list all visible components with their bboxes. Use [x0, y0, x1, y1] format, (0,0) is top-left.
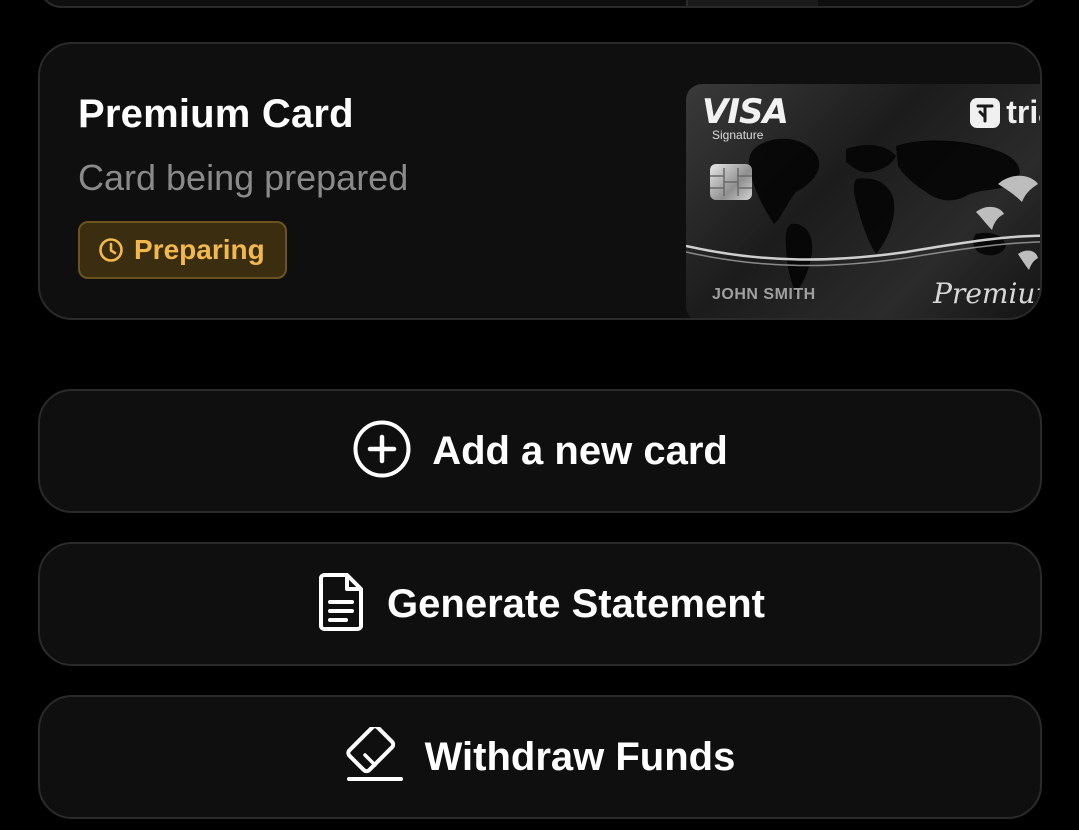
tria-logo-icon [970, 97, 1001, 128]
add-new-card-button[interactable]: Add a new card [38, 389, 1042, 513]
card-brand-name: tria [1006, 94, 1040, 130]
previous-card-panel[interactable] [38, 0, 1040, 8]
card-image: VISA Signature tria JOHN SMITH Premium [686, 84, 1040, 318]
card-holder-name: JOHN SMITH [712, 286, 816, 303]
withdraw-funds-label: Withdraw Funds [424, 734, 736, 779]
card-network-tier: Signature [712, 128, 764, 142]
generate-statement-button[interactable]: Generate Statement [38, 542, 1042, 666]
cards-screen: Premium Card Card being prepared Prepari… [0, 0, 1079, 830]
card-title: Premium Card [78, 92, 354, 136]
card-status-subtitle: Card being prepared [78, 157, 409, 198]
withdraw-funds-button[interactable]: Withdraw Funds [38, 695, 1042, 819]
card-tier-script: Premium [933, 277, 1040, 310]
document-icon [315, 572, 367, 637]
card-brand: tria [970, 94, 1040, 131]
status-badge: Preparing [78, 221, 287, 279]
card-network-logo: VISA [702, 92, 789, 132]
add-new-card-label: Add a new card [432, 428, 728, 473]
status-badge-label: Preparing [134, 234, 265, 265]
previous-card-thumbnail [686, 0, 818, 6]
clock-icon [98, 237, 124, 263]
card-withdraw-icon [345, 723, 405, 788]
premium-card-panel[interactable]: Premium Card Card being prepared Prepari… [38, 42, 1042, 320]
card-chip [710, 164, 752, 200]
plus-circle-icon [352, 419, 412, 484]
generate-statement-label: Generate Statement [387, 581, 765, 626]
